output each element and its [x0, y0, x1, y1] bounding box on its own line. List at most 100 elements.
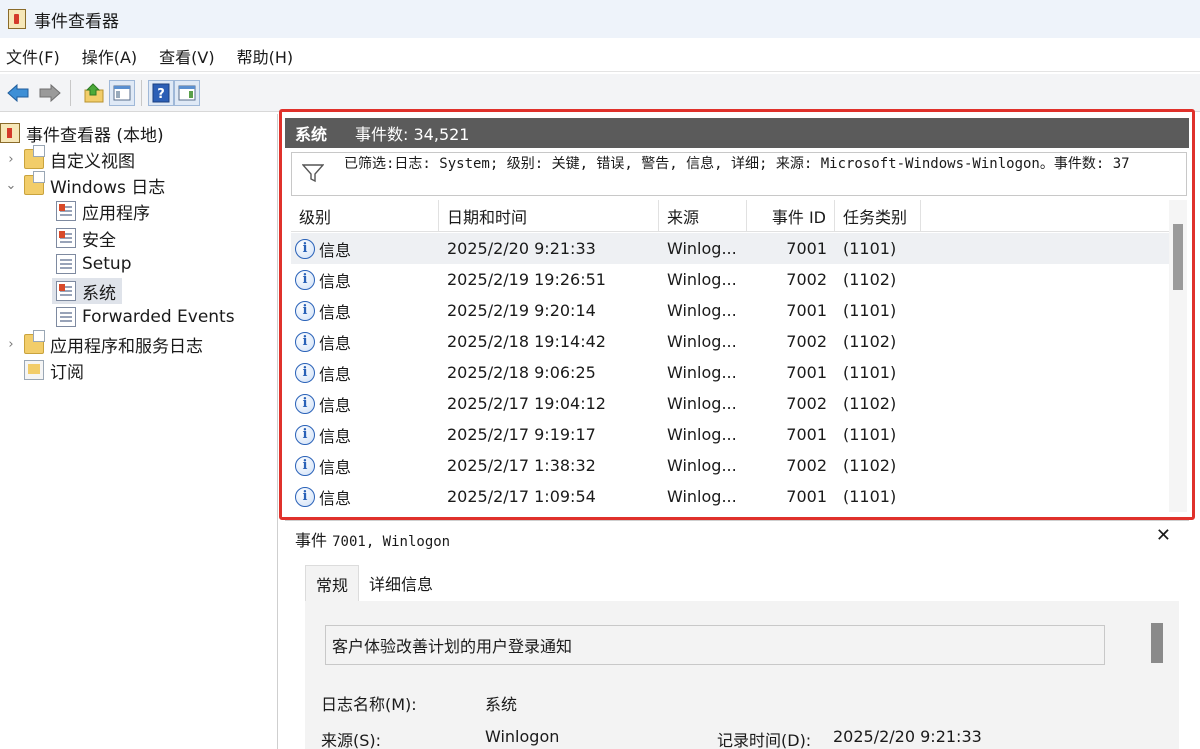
event-list-scrollbar[interactable]	[1169, 200, 1187, 512]
tree-node-label: Setup	[82, 254, 132, 274]
source-value[interactable]: Winlogon	[485, 727, 559, 746]
task-category-cell: (1102)	[843, 270, 897, 289]
level-cell: i 信息	[291, 295, 439, 326]
level-cell: i 信息	[291, 326, 439, 357]
back-arrow-icon[interactable]	[4, 79, 32, 107]
help-icon[interactable]: ?	[148, 79, 174, 106]
datetime-cell: 2025/2/18 19:14:42	[447, 332, 606, 351]
tree-node-system[interactable]: 系统	[52, 278, 122, 304]
level-text: 信息	[319, 271, 352, 291]
tree-node-windows-logs[interactable]: ⌄ Windows 日志	[4, 171, 165, 198]
close-icon[interactable]: ✕	[1156, 525, 1171, 546]
chevron-right-icon[interactable]: ›	[4, 152, 18, 167]
event-id-cell: 7001	[786, 487, 827, 506]
tree-node-label: 自定义视图	[50, 151, 135, 172]
toolbar: ?	[0, 74, 1200, 112]
table-row[interactable]: i 信息 2025/2/17 19:04:12 Winlog... 7002 (1102)	[291, 388, 1169, 419]
toolbar-separator	[141, 79, 142, 106]
toolbar-separator	[70, 79, 71, 106]
forward-arrow-icon[interactable]	[36, 79, 64, 107]
column-header-event-id[interactable]: 事件 ID	[747, 200, 835, 232]
subscription-icon	[24, 360, 44, 380]
level-text: 信息	[319, 426, 352, 446]
detail-tabs: 常规 详细信息	[305, 565, 443, 601]
source-cell: Winlog...	[667, 332, 737, 351]
detail-title: 事件 7001, Winlogon	[295, 527, 450, 551]
logged-value[interactable]: 2025/2/20 9:21:33	[833, 727, 982, 746]
level-cell: i 信息	[291, 233, 439, 264]
event-viewer-icon	[0, 123, 20, 143]
task-category-cell: (1101)	[843, 239, 897, 258]
show-hide-action-pane-icon[interactable]	[174, 79, 200, 106]
table-row[interactable]: i 信息 2025/2/17 9:19:17 Winlog... 7001 (1101)	[291, 419, 1169, 450]
source-cell: Winlog...	[667, 239, 737, 258]
table-row[interactable]: i 信息 2025/2/19 19:26:51 Winlog... 7002 (1102)	[291, 264, 1169, 295]
column-header-level[interactable]: 级别	[291, 200, 439, 232]
table-row[interactable]: i 信息 2025/2/20 9:21:33 Winlog... 7001 (1101)	[291, 233, 1169, 264]
task-category-cell: (1102)	[843, 456, 897, 475]
detail-title-event: 7001, Winlogon	[332, 534, 451, 550]
info-icon: i	[295, 424, 315, 445]
menu-bar: 文件(F) 操作(A) 查看(V) 帮助(H)	[0, 40, 1200, 72]
folder-icon	[24, 171, 45, 195]
tree-node-application[interactable]: 应用程序	[56, 198, 150, 224]
scrollbar-thumb[interactable]	[1151, 623, 1163, 663]
tree-node-label: 订阅	[50, 362, 84, 383]
datetime-cell: 2025/2/17 19:04:12	[447, 394, 606, 413]
log-header: 系统 事件数: 34,521	[285, 118, 1189, 148]
menu-view[interactable]: 查看(V)	[153, 44, 220, 68]
log-icon	[56, 307, 76, 327]
up-folder-icon[interactable]	[81, 79, 109, 107]
info-icon: i	[295, 393, 315, 414]
table-row[interactable]: i 信息 2025/2/18 9:06:25 Winlog... 7001 (1101)	[291, 357, 1169, 388]
info-icon: i	[295, 455, 315, 476]
level-text: 信息	[319, 240, 352, 260]
tree-node-setup[interactable]: Setup	[56, 251, 131, 277]
tab-details[interactable]: 详细信息	[359, 565, 443, 601]
tree-node-root[interactable]: 事件查看器 (本地)	[0, 120, 164, 146]
table-row[interactable]: i 信息 2025/2/19 9:20:14 Winlog... 7001 (1101)	[291, 295, 1169, 326]
column-header-row: 级别 日期和时间 来源 事件 ID 任务类别	[291, 200, 1169, 232]
datetime-cell: 2025/2/18 9:06:25	[447, 363, 596, 382]
logged-label: 记录时间(D):	[717, 731, 812, 749]
folder-icon	[24, 145, 45, 169]
chevron-right-icon[interactable]: ›	[4, 337, 18, 352]
task-category-cell: (1102)	[843, 332, 897, 351]
source-label: 来源(S):	[321, 731, 382, 749]
menu-file[interactable]: 文件(F)	[0, 44, 66, 68]
column-header-task-category[interactable]: 任务类别	[835, 200, 921, 232]
detail-scrollbar[interactable]	[1151, 623, 1165, 667]
menu-help[interactable]: 帮助(H)	[231, 44, 300, 68]
event-detail-pane: 事件 7001, Winlogon ✕ 常规 详细信息 客户体验改善计划的用户登…	[285, 520, 1189, 749]
task-category-cell: (1101)	[843, 425, 897, 444]
tree-node-security[interactable]: 安全	[56, 225, 116, 251]
column-header-datetime[interactable]: 日期和时间	[439, 200, 659, 232]
task-category-cell: (1101)	[843, 487, 897, 506]
chevron-down-icon[interactable]: ⌄	[4, 178, 18, 193]
scrollbar-thumb[interactable]	[1173, 224, 1183, 290]
event-viewer-app-icon	[8, 9, 26, 29]
show-hide-console-tree-icon[interactable]	[109, 79, 135, 106]
level-cell: i 信息	[291, 264, 439, 295]
level-text: 信息	[319, 364, 352, 384]
table-row[interactable]: i 信息 2025/2/17 1:38:32 Winlog... 7002 (1102)	[291, 450, 1169, 481]
level-text: 信息	[319, 333, 352, 353]
tab-general[interactable]: 常规	[305, 565, 360, 601]
event-description[interactable]: 客户体验改善计划的用户登录通知	[325, 625, 1105, 665]
log-icon	[56, 228, 76, 248]
tree-node-forwarded-events[interactable]: Forwarded Events	[56, 304, 235, 330]
tree-node-custom-views[interactable]: › 自定义视图	[4, 145, 135, 172]
level-text: 信息	[319, 395, 352, 415]
log-icon	[56, 201, 76, 221]
event-id-cell: 7001	[786, 301, 827, 320]
column-header-source[interactable]: 来源	[659, 200, 747, 232]
log-name-value[interactable]: 系统	[485, 691, 517, 715]
event-id-cell: 7002	[786, 394, 827, 413]
table-row[interactable]: i 信息 2025/2/17 1:09:54 Winlog... 7001 (1101)	[291, 481, 1169, 512]
event-id-cell: 7002	[786, 332, 827, 351]
menu-action[interactable]: 操作(A)	[76, 44, 143, 68]
tree-node-subscriptions[interactable]: 订阅	[24, 357, 84, 383]
datetime-cell: 2025/2/17 1:09:54	[447, 487, 596, 506]
table-row[interactable]: i 信息 2025/2/18 19:14:42 Winlog... 7002 (1102)	[291, 326, 1169, 357]
tree-node-app-service-logs[interactable]: › 应用程序和服务日志	[4, 330, 203, 357]
